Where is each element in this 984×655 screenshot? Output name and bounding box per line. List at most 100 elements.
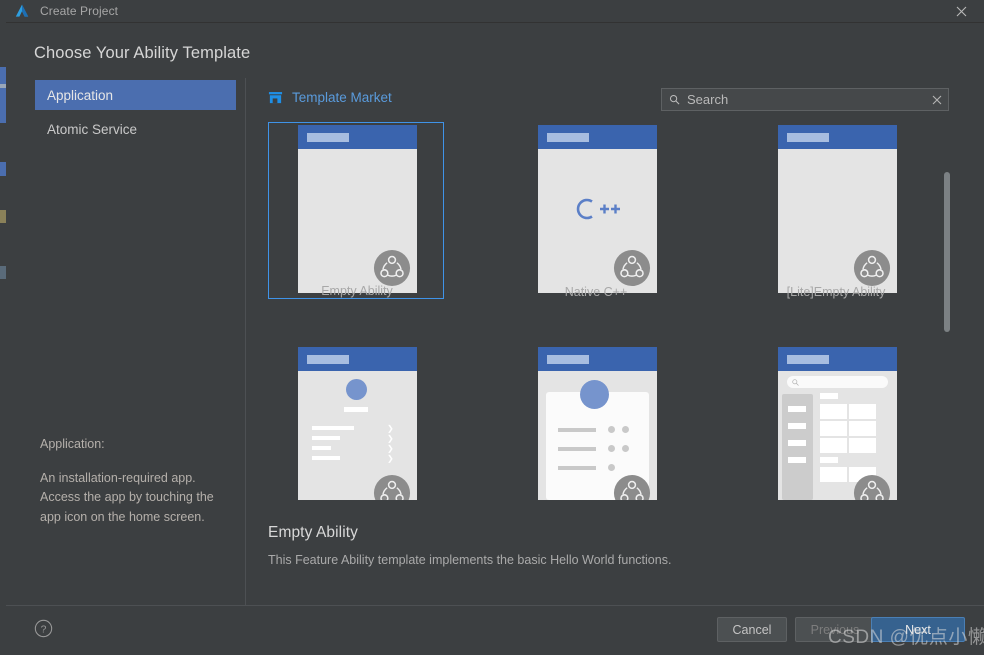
thumbnail-tile [849,404,876,419]
template-thumbnail [778,125,897,293]
thumbnail-tile [820,404,847,419]
close-window-button[interactable] [939,0,984,22]
thumbnail-tile [849,438,876,453]
thumbnail-header-bar [298,125,417,149]
selected-template-description: Empty Ability This Feature Ability templ… [268,524,671,567]
harmony-distributed-icon [853,249,891,287]
close-icon [956,6,967,16]
template-content-panel: Template Market Search Empty Ability Nat… [246,78,984,605]
cpp-logo-icon [576,198,620,220]
harmony-distributed-icon [613,474,651,500]
search-box[interactable] [661,88,949,111]
template-market-link[interactable]: Template Market [268,90,392,105]
thumbnail-bar [312,456,340,460]
thumbnail-bar [344,407,368,412]
template-thumbnail [538,125,657,293]
harmony-distributed-icon [373,249,411,287]
thumbnail-bar [312,436,340,440]
sidebar-item-atomic-service[interactable]: Atomic Service [35,114,236,144]
thumbnail-header-bar [538,125,657,149]
harmony-distributed-icon [373,474,411,500]
thumbnail-header-bar [538,347,657,371]
next-button[interactable]: Next [871,617,965,642]
chevron-right-icon: ❯ [387,444,394,453]
thumbnail-tile [820,467,847,482]
thumbnail-header-bar [298,347,417,371]
thumbnail-dot [608,445,615,452]
thumbnail-search-pill [787,376,888,388]
market-row: Template Market [246,88,984,120]
deveco-triangle-logo-icon [15,4,29,17]
help-circle-icon[interactable]: ? [34,619,53,638]
thumbnail-dot [622,445,629,452]
template-card-label: Empty Ability [321,284,393,298]
sidebar: Application Atomic Service Application: … [6,78,246,605]
thumbnail-tile [820,421,847,436]
thumbnail-tile [820,438,847,453]
template-card-profile-layout[interactable]: ❯ ❯ ❯ ❯ [268,344,444,512]
create-project-dialog: Create Project Choose Your Ability Templ… [0,0,984,654]
search-clear-button[interactable] [926,89,948,110]
chevron-right-icon: ❯ [387,424,394,433]
template-thumbnail [538,347,657,500]
template-card-lite-empty-ability[interactable]: [Lite]Empty Ability [748,122,924,299]
search-icon [792,379,799,386]
thumbnail-label [820,393,838,399]
page-title: Choose Your Ability Template [34,44,251,62]
template-card-native-cpp[interactable]: Native C++ [508,122,684,299]
template-grid-scrollbar[interactable] [944,172,950,332]
sidebar-description-line: Access the app by touching the [40,490,214,504]
template-card-empty-ability[interactable]: Empty Ability [268,122,444,299]
dialog-footer: ? Cancel Previous Next [6,605,984,655]
cancel-button[interactable]: Cancel [717,617,787,642]
template-thumbnail [298,125,417,293]
chevron-right-icon: ❯ [387,454,394,463]
thumbnail-avatar [580,380,609,409]
sidebar-description-line: An installation-required app. [40,470,196,485]
template-thumbnail: ❯ ❯ ❯ ❯ [298,347,417,500]
thumbnail-dot [622,426,629,433]
close-icon [932,95,942,104]
thumbnail-label [820,457,838,463]
thumbnail-avatar [346,379,367,400]
template-market-label: Template Market [292,90,392,105]
thumbnail-bar [312,446,331,450]
selected-template-subtitle: This Feature Ability template implements… [268,553,672,567]
thumbnail-tile [849,421,876,436]
search-input[interactable] [685,91,926,108]
thumbnail-bar [788,440,806,446]
thumbnail-bar [558,428,596,432]
harmony-distributed-icon [853,474,891,500]
template-card-label: Native C++ [564,285,628,299]
thumbnail-bar [788,423,806,429]
selected-template-title: Empty Ability [268,524,359,541]
thumbnail-header-bar [778,347,897,371]
storefront-icon [268,92,283,104]
search-icon [669,94,680,105]
window-title: Create Project [40,4,119,18]
thumbnail-header-bar [778,125,897,149]
sidebar-item-application[interactable]: Application [35,80,236,110]
template-card-catalog-layout[interactable] [748,344,924,512]
chevron-right-icon: ❯ [387,434,394,443]
thumbnail-bar [788,406,806,412]
template-card-card-list-layout[interactable] [508,344,684,512]
sidebar-description-heading: Application: [40,437,105,451]
thumbnail-bar [312,426,354,430]
thumbnail-bar [558,447,596,451]
thumbnail-dot [608,464,615,471]
thumbnail-bar [558,466,596,470]
sidebar-description-line: app icon on the home screen. [40,509,205,524]
template-grid: Empty Ability Native C++ [Lite]Empty Abi… [246,122,966,512]
title-bar: Create Project [0,0,984,23]
thumbnail-bar [788,457,806,463]
template-card-label: [Lite]Empty Ability [786,285,886,299]
sidebar-item-label: Application [47,87,114,103]
sidebar-item-label: Atomic Service [47,121,138,137]
previous-button[interactable]: Previous [795,617,875,642]
harmony-distributed-icon [613,249,651,287]
sidebar-description: Application: An installation-required ap… [40,435,240,527]
template-thumbnail [778,347,897,500]
thumbnail-dot [608,426,615,433]
svg-text:?: ? [41,624,47,635]
